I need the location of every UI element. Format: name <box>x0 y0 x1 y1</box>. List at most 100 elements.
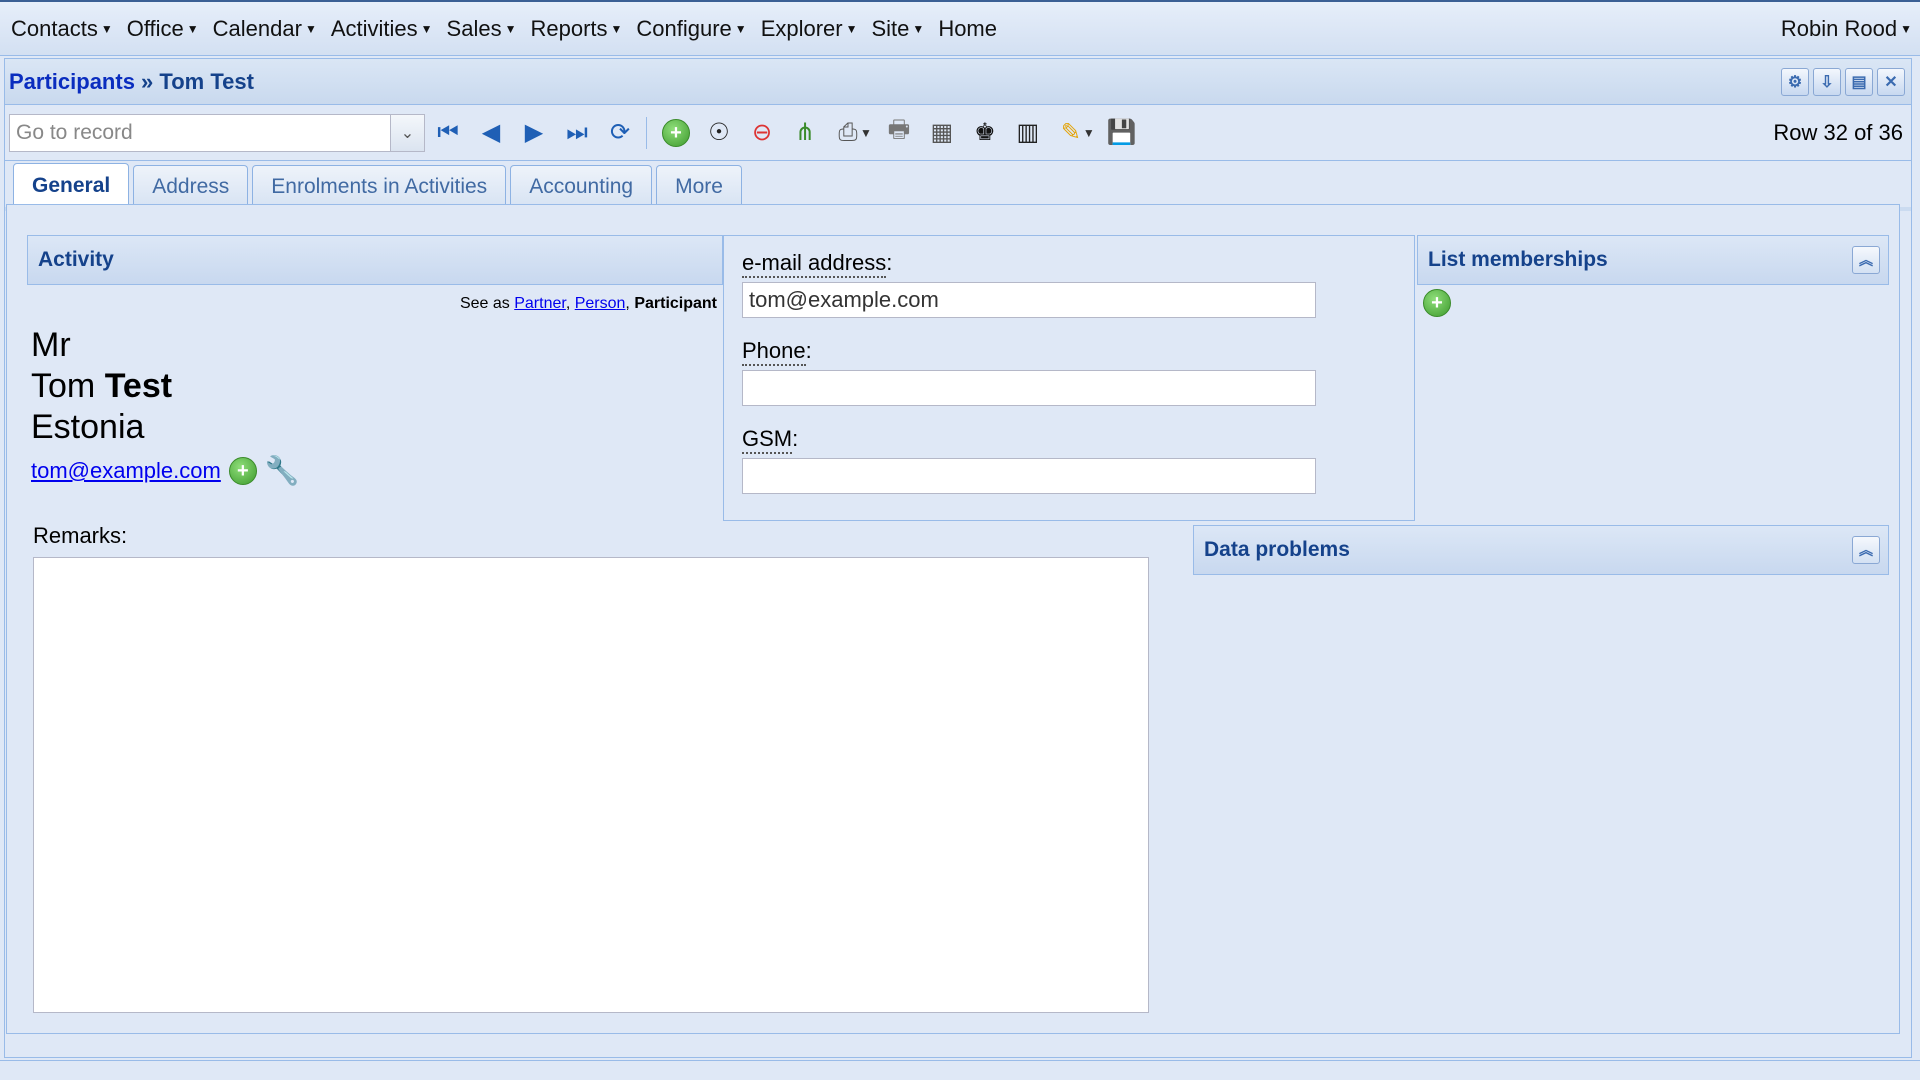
tab-more[interactable]: More <box>656 165 742 207</box>
next-record-button[interactable]: ▶ <box>514 113 554 153</box>
printer-icon: ⎙ <box>838 118 858 146</box>
person-name: Tom Test <box>31 366 723 407</box>
see-as-links: See as Partner, Person, Participant <box>459 295 717 312</box>
pin-tool-button[interactable]: ⇩ <box>1813 67 1841 96</box>
first-name: Tom <box>31 367 96 405</box>
general-tab-content: Activity See as Partner, Person, Partici… <box>6 204 1900 1034</box>
data-problems-title: Data problems <box>1204 538 1350 561</box>
barcode-icon: ▥ <box>1016 119 1040 146</box>
gear-icon: ⚙ <box>1787 73 1803 91</box>
close-icon: ✕ <box>1884 73 1898 91</box>
menu-calendar[interactable]: Calendar ▼ <box>206 2 324 55</box>
previous-icon: ◀ <box>481 119 501 146</box>
broom-menu-arrow[interactable]: ▼ <box>1083 126 1095 140</box>
delete-button[interactable]: ⊖ <box>742 113 782 153</box>
breadcrumb-current: Tom Test <box>159 68 254 94</box>
caret-down-icon: ▼ <box>304 21 317 36</box>
gsm-field-label: GSM <box>742 426 793 454</box>
printer-action-button[interactable]: 🖶 <box>879 113 919 153</box>
remarks-label: Remarks: <box>33 523 128 548</box>
close-tool-button[interactable]: ✕ <box>1877 67 1905 96</box>
caret-down-icon: ▼ <box>420 21 433 36</box>
duplicate-button[interactable]: ☉ <box>699 113 739 153</box>
last-record-button[interactable]: ⏭ <box>557 113 597 153</box>
collapse-lists-button[interactable]: ︽ <box>1852 246 1880 274</box>
duplicate-icon: ☉ <box>708 119 730 146</box>
menu-explorer[interactable]: Explorer ▼ <box>754 2 865 55</box>
contact-fields-panel: e-mail address: Phone: GSM: <box>723 235 1415 521</box>
barcode-button[interactable]: ▥ <box>1008 113 1048 153</box>
gear-tool-button[interactable]: ⚙ <box>1781 67 1809 96</box>
country: Estonia <box>31 408 145 446</box>
merge-button[interactable]: ⋔ <box>785 113 825 153</box>
merge-icon: ⋔ <box>794 119 816 146</box>
add-email-icon[interactable]: + <box>228 456 257 485</box>
row-info: Row 32 of 36 <box>1773 119 1903 145</box>
tab-enrolments[interactable]: Enrolments in Activities <box>252 165 507 207</box>
menu-home[interactable]: Home <box>931 2 1004 55</box>
broom-icon: ✎ <box>1060 119 1081 146</box>
refresh-button[interactable]: ⟳ <box>600 113 640 153</box>
print-menu-arrow[interactable]: ▼ <box>860 126 872 140</box>
caret-down-icon: ▼ <box>186 21 199 36</box>
wrench-icon[interactable]: 🔧 <box>265 450 300 491</box>
see-as-current: Participant <box>634 295 717 312</box>
calculator-button[interactable]: ▦ <box>922 113 962 153</box>
save-icon: 💾 <box>1106 119 1137 146</box>
menu-sales[interactable]: Sales ▼ <box>440 2 524 55</box>
see-as-partner-link[interactable]: Partner <box>514 295 566 312</box>
menu-reports[interactable]: Reports ▼ <box>523 2 629 55</box>
menu-office[interactable]: Office ▼ <box>120 2 206 55</box>
collapse-problems-button[interactable]: ︽ <box>1852 536 1880 564</box>
caret-down-icon: ▼ <box>610 21 623 36</box>
phone-field[interactable] <box>742 370 1316 406</box>
caret-down-icon: ▼ <box>1900 21 1912 36</box>
goto-record-trigger[interactable]: ⌄ <box>390 114 424 151</box>
first-record-icon: ⏮ <box>437 118 459 146</box>
goto-record-input[interactable] <box>10 114 390 151</box>
main-menubar: Contacts ▼ Office ▼ Calendar ▼ Activities ▼ … <box>0 0 1920 56</box>
window-tools: ⚙ ⇩ ▤ ✕ <box>1781 67 1911 96</box>
list-memberships-panel: List memberships ︽ + <box>1417 235 1889 317</box>
add-membership-icon[interactable]: + <box>1423 289 1451 317</box>
activity-panel: Activity See as Partner, Person, Partici… <box>27 235 723 525</box>
caret-down-icon: ▼ <box>734 21 747 36</box>
caret-down-icon: ▼ <box>504 21 517 36</box>
menu-site[interactable]: Site ▼ <box>865 2 932 55</box>
previous-record-button[interactable]: ◀ <box>471 113 511 153</box>
delete-icon: ⊖ <box>751 119 773 146</box>
maximize-icon: ▤ <box>1851 73 1867 91</box>
printer-icon: 🖶 <box>887 116 911 143</box>
tab-general[interactable]: General <box>13 163 130 207</box>
breadcrumb: Participants » Tom Test <box>9 69 254 95</box>
record-toolbar: ⌄ ⏮ ◀ ▶ ⏭ ⟳ + ☉ ⊖ ⋔ ⎙ ▼ 🖶 ▦ ♚ ▥ ✎ ▼ 💾 Ro… <box>5 105 1911 161</box>
menu-activities[interactable]: Activities ▼ <box>324 2 440 55</box>
chevron-down-icon: ⌄ <box>400 124 415 142</box>
toolbar-separator <box>646 116 647 149</box>
tab-address[interactable]: Address <box>133 165 249 207</box>
insert-button[interactable]: + <box>656 113 696 153</box>
next-icon: ▶ <box>524 119 544 146</box>
double-chevron-up-icon: ︽ <box>1859 252 1873 268</box>
first-record-button[interactable]: ⏮ <box>428 113 468 153</box>
save-button[interactable]: 💾 <box>1102 113 1142 153</box>
calculator-icon: ▦ <box>930 119 954 146</box>
tab-accounting[interactable]: Accounting <box>510 165 653 207</box>
email-field-label: e-mail address <box>742 250 887 278</box>
gsm-field[interactable] <box>742 458 1316 494</box>
breadcrumb-link-participants[interactable]: Participants <box>9 69 135 94</box>
caret-down-icon: ▼ <box>100 21 113 36</box>
menu-configure[interactable]: Configure ▼ <box>629 2 753 55</box>
last-record-icon: ⏭ <box>566 118 588 146</box>
king-button[interactable]: ♚ <box>965 113 1005 153</box>
user-menu[interactable]: Robin Rood ▼ <box>1774 2 1920 55</box>
email-link[interactable]: tom@example.com <box>31 450 221 491</box>
see-as-person-link[interactable]: Person <box>575 295 626 312</box>
menu-contacts[interactable]: Contacts ▼ <box>4 2 120 55</box>
email-field[interactable] <box>742 282 1316 318</box>
maximize-tool-button[interactable]: ▤ <box>1845 67 1873 96</box>
remarks-textarea[interactable] <box>33 557 1149 1013</box>
crown-icon: ♚ <box>974 119 996 146</box>
add-icon: + <box>662 118 690 147</box>
caret-down-icon: ▼ <box>912 21 925 36</box>
